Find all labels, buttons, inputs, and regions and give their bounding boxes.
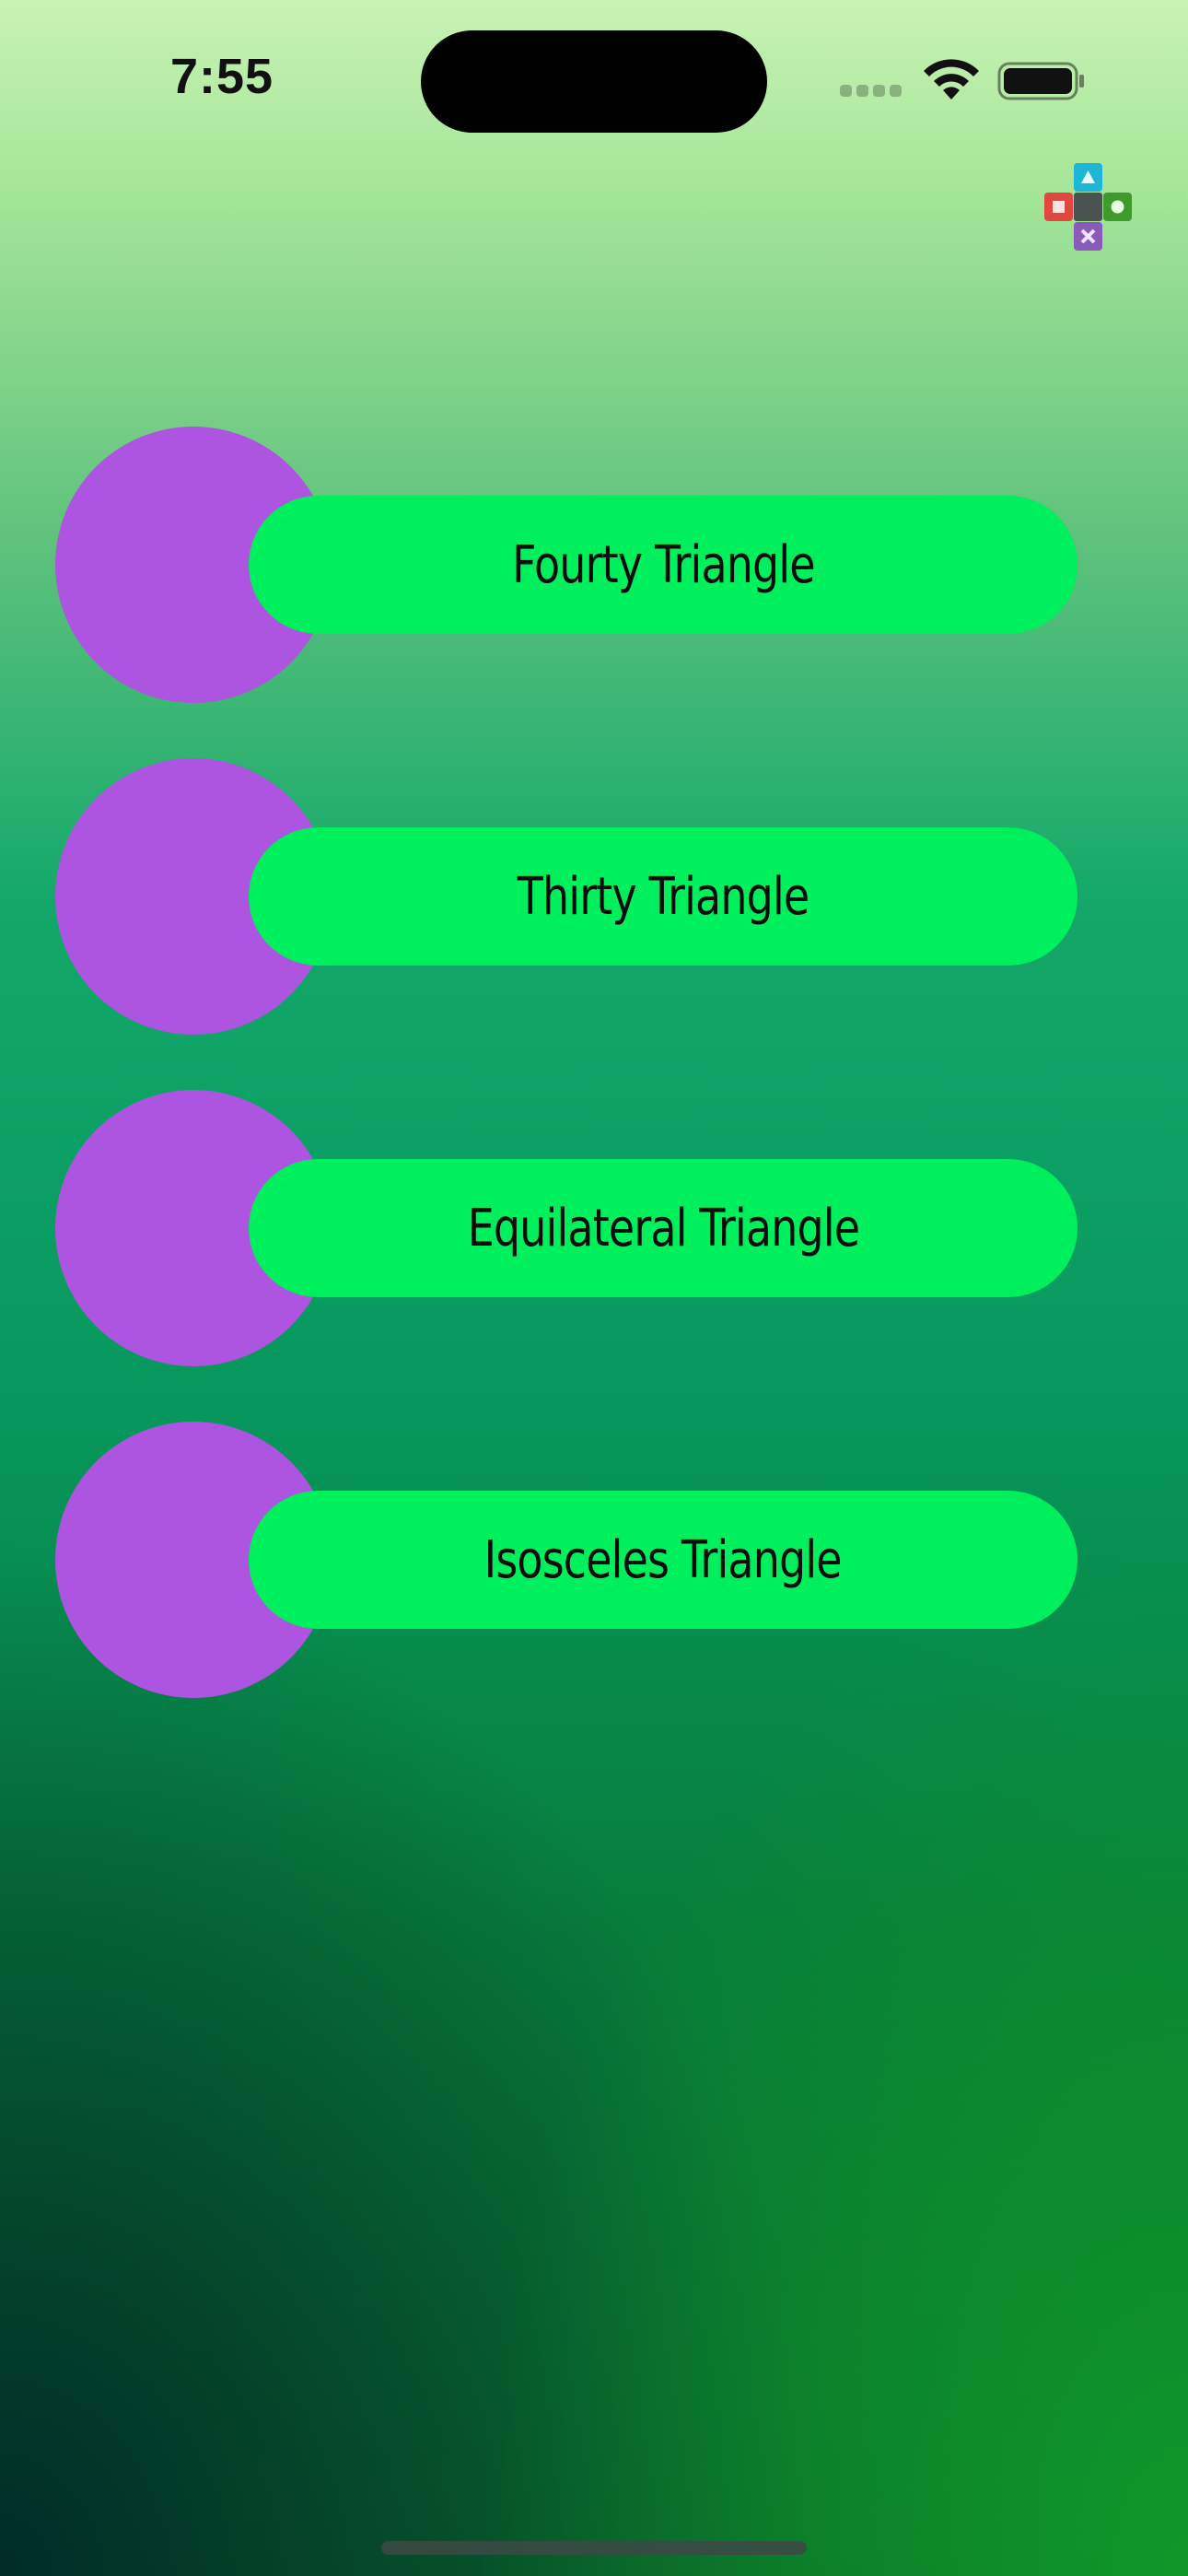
app-screen: 7:55 Fourty Triangle Thirty Triangle Equ… xyxy=(0,0,1188,2576)
home-indicator[interactable] xyxy=(381,2541,807,2555)
battery-icon xyxy=(997,62,1084,100)
fourty-triangle-button[interactable]: Fourty Triangle xyxy=(249,496,1077,634)
equilateral-triangle-button[interactable]: Equilateral Triangle xyxy=(249,1159,1077,1297)
menu-row-isosceles: Isosceles Triangle xyxy=(55,1422,1077,1698)
cellular-signal-icon xyxy=(840,85,906,98)
menu-row-equilateral: Equilateral Triangle xyxy=(55,1090,1077,1366)
dynamic-island xyxy=(421,30,767,133)
menu-row-fourty: Fourty Triangle xyxy=(55,427,1077,703)
thirty-triangle-button[interactable]: Thirty Triangle xyxy=(249,827,1077,966)
isosceles-triangle-button[interactable]: Isosceles Triangle xyxy=(249,1491,1077,1629)
status-time: 7:55 xyxy=(170,49,274,104)
button-label: Isosceles Triangle xyxy=(483,1529,843,1590)
button-label: Equilateral Triangle xyxy=(467,1198,859,1259)
button-label: Thirty Triangle xyxy=(517,866,809,927)
shapes-logo-icon[interactable] xyxy=(1044,163,1133,252)
wifi-icon xyxy=(924,59,979,100)
button-label: Fourty Triangle xyxy=(511,534,815,595)
menu-row-thirty: Thirty Triangle xyxy=(55,758,1077,1035)
